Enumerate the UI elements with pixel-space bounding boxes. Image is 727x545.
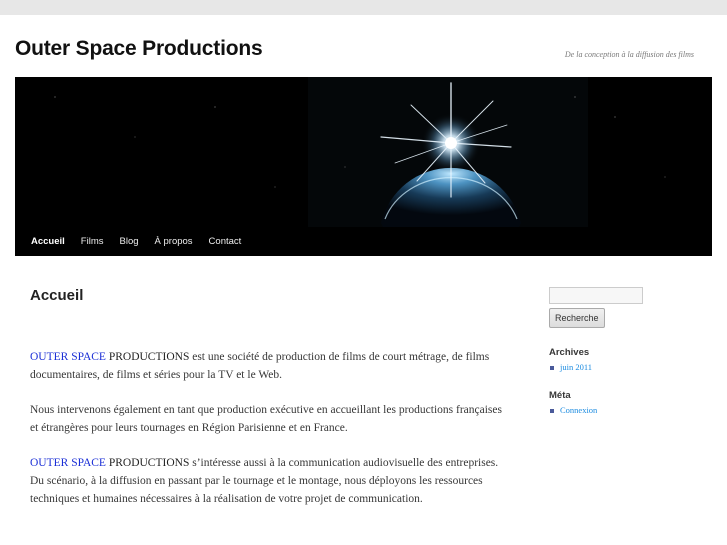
- meta-widget: Méta Connexion: [549, 390, 714, 417]
- nav-item-blog[interactable]: Blog: [112, 228, 147, 256]
- content-paragraph-2: Nous intervenons également en tant que p…: [30, 401, 510, 437]
- paragraph-text: Nous intervenons également en tant que p…: [30, 404, 502, 434]
- sidebar: Recherche Archives juin 2011 Méta Connex…: [549, 287, 714, 417]
- list-item: Connexion: [549, 404, 714, 417]
- nav-item-accueil[interactable]: Accueil: [23, 228, 73, 256]
- brand-name-productions: PRODUCTIONS: [108, 351, 190, 363]
- page-content: OUTER SPACE PRODUCTIONS est une société …: [30, 348, 510, 525]
- archive-link-juin-2011[interactable]: juin 2011: [560, 362, 592, 372]
- bullet-icon: [550, 366, 554, 370]
- nav-item-a-propos[interactable]: À propos: [147, 228, 201, 256]
- search-button[interactable]: Recherche: [549, 308, 605, 328]
- page: Outer Space Productions De la conception…: [0, 15, 727, 545]
- main-nav: Accueil Films Blog À propos Contact: [15, 228, 712, 256]
- content-paragraph-3: OUTER SPACE PRODUCTIONS s’intéresse auss…: [30, 454, 510, 508]
- search-input[interactable]: [549, 287, 643, 304]
- page-title: Accueil: [30, 287, 84, 304]
- planet-sunrise-image: [15, 77, 712, 227]
- bullet-icon: [550, 409, 554, 413]
- content-paragraph-1: OUTER SPACE PRODUCTIONS est une société …: [30, 348, 510, 384]
- archives-widget: Archives juin 2011: [549, 347, 714, 374]
- site-title-link[interactable]: Outer Space Productions: [15, 37, 263, 61]
- brand-name-outer-space: OUTER SPACE: [30, 351, 106, 363]
- archives-title: Archives: [549, 347, 590, 358]
- brand-name-outer-space: OUTER SPACE: [30, 457, 106, 469]
- nav-item-contact[interactable]: Contact: [201, 228, 250, 256]
- list-item: juin 2011: [549, 361, 714, 374]
- meta-title: Méta: [549, 390, 571, 401]
- brand-name-productions: PRODUCTIONS: [108, 457, 190, 469]
- nav-item-films[interactable]: Films: [73, 228, 112, 256]
- login-link[interactable]: Connexion: [560, 405, 597, 415]
- site-tagline: De la conception à la diffusion des film…: [564, 50, 694, 59]
